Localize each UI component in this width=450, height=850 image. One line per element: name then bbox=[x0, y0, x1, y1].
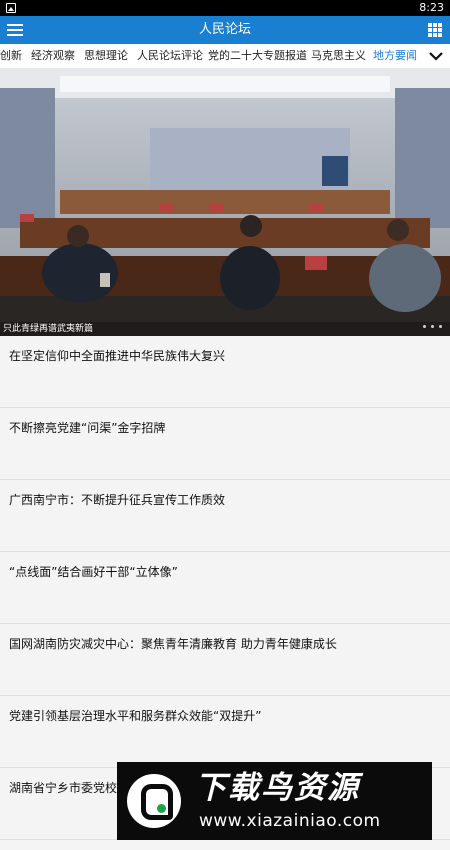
banner-photo bbox=[0, 68, 450, 336]
grid-icon[interactable] bbox=[428, 23, 442, 37]
tab-20th-congress-special[interactable]: 党的二十大专题报道 bbox=[208, 44, 307, 68]
app-bar: 人民论坛 bbox=[0, 16, 450, 44]
banner-carousel[interactable]: 只此青绿再谱武夷新篇 bbox=[0, 68, 450, 336]
watermark: 下载鸟资源 www.xiazainiao.com bbox=[117, 762, 432, 840]
news-headline: 广西南宁市：不断提升征兵宣传工作质效 bbox=[9, 493, 226, 507]
tab-innovation[interactable]: 创新 bbox=[0, 44, 22, 68]
tab-marxism[interactable]: 马克思主义 bbox=[311, 44, 366, 68]
news-headline: 党建引领基层治理水平和服务群众效能“双提升” bbox=[9, 709, 262, 723]
status-time: 8:23 bbox=[419, 1, 444, 14]
channel-tabs: 创新 经济观察 思想理论 人民论坛评论 党的二十大专题报道 马克思主义 地方要闻 bbox=[0, 44, 450, 68]
list-item[interactable]: 在坚定信仰中全面推进中华民族伟大复兴 bbox=[0, 336, 450, 408]
bird-logo-icon bbox=[127, 774, 181, 828]
status-bar: 8:23 bbox=[0, 0, 450, 16]
image-notification-icon bbox=[6, 3, 16, 13]
tab-ideological-theory[interactable]: 思想理论 bbox=[84, 44, 128, 68]
carousel-dot bbox=[431, 325, 434, 328]
list-item[interactable]: 党建引领基层治理水平和服务群众效能“双提升” bbox=[0, 696, 450, 768]
news-headline: 湖南省宁乡市委党校推 bbox=[9, 781, 130, 795]
carousel-dot bbox=[439, 325, 442, 328]
list-item[interactable]: 广西南宁市：不断提升征兵宣传工作质效 bbox=[0, 480, 450, 552]
tab-peoples-forum-commentary[interactable]: 人民论坛评论 bbox=[137, 44, 203, 68]
carousel-dot bbox=[423, 325, 426, 328]
list-item[interactable]: 国网湖南防灾减灾中心：聚焦青年清廉教育 助力青年健康成长 bbox=[0, 624, 450, 696]
news-headline: 不断擦亮党建“问渠”金字招牌 bbox=[9, 421, 166, 435]
list-item[interactable]: “点线面”结合画好干部“立体像” bbox=[0, 552, 450, 624]
tab-economic-observation[interactable]: 经济观察 bbox=[31, 44, 75, 68]
news-headline: 国网湖南防灾减灾中心：聚焦青年清廉教育 助力青年健康成长 bbox=[9, 637, 337, 651]
list-item[interactable]: 不断擦亮党建“问渠”金字招牌 bbox=[0, 408, 450, 480]
chevron-down-icon[interactable] bbox=[426, 46, 446, 66]
news-headline: “点线面”结合画好干部“立体像” bbox=[9, 565, 178, 579]
watermark-url: www.xiazainiao.com bbox=[199, 811, 381, 831]
app-title: 人民论坛 bbox=[198, 22, 251, 37]
tab-local-news[interactable]: 地方要闻 bbox=[373, 44, 417, 68]
banner-caption: 只此青绿再谱武夷新篇 bbox=[0, 322, 450, 336]
news-headline: 在坚定信仰中全面推进中华民族伟大复兴 bbox=[9, 349, 226, 363]
watermark-title: 下载鸟资源 bbox=[195, 770, 360, 806]
carousel-indicator bbox=[418, 313, 442, 332]
